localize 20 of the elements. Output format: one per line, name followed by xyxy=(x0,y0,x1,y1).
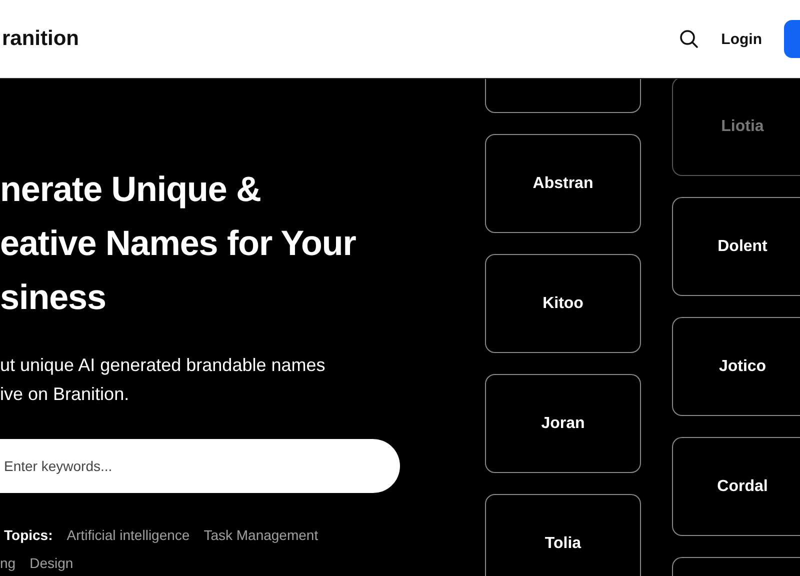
name-card[interactable]: Abstran xyxy=(485,134,641,233)
name-card[interactable]: Jotico xyxy=(672,317,800,416)
nav-button[interactable] xyxy=(784,20,800,58)
hero-subtitle: ut unique AI generated brandable names ive on Branition. xyxy=(0,354,326,406)
hero-heading: nerate Unique & eative Names for Your siness xyxy=(0,169,357,319)
name-card[interactable]: Dolent xyxy=(672,197,800,296)
topic-link[interactable]: ng xyxy=(0,555,16,571)
topic-link[interactable]: Artificial intelligence xyxy=(66,527,190,543)
name-card[interactable]: Cordal xyxy=(672,437,800,536)
name-card[interactable]: Tolia xyxy=(485,494,641,576)
topic-link[interactable]: Task Management xyxy=(204,527,318,543)
name-card[interactable]: Liotia xyxy=(672,79,800,176)
topics-label: Topics: xyxy=(4,527,53,543)
name-card[interactable]: Joran xyxy=(485,374,641,473)
logo-text[interactable]: ranition xyxy=(2,27,680,51)
login-button[interactable]: Login xyxy=(721,30,762,48)
topic-link[interactable]: Design xyxy=(30,555,74,571)
name-card[interactable]: Kitoo xyxy=(485,254,641,353)
keyword-search-field[interactable]: Enter keywords... xyxy=(0,439,400,493)
search-icon[interactable] xyxy=(679,29,700,49)
